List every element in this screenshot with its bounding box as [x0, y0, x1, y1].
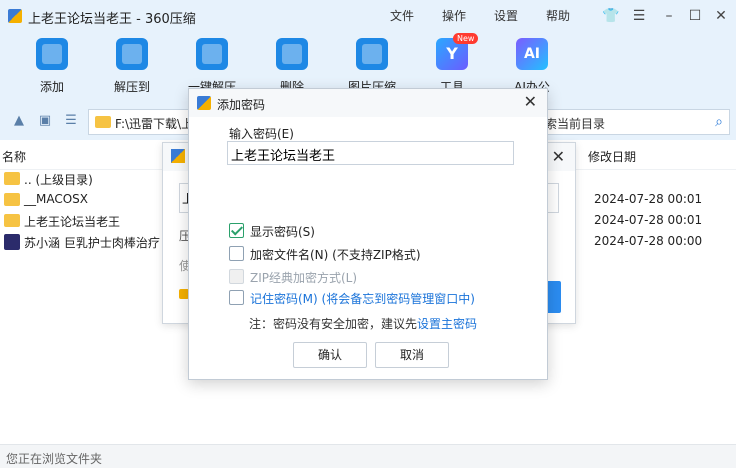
close-icon[interactable]: ✕ — [552, 147, 565, 166]
close-window-icon[interactable]: ✕ — [712, 7, 730, 25]
security-note: 注：密码没有安全加密，建议先设置主密码 — [249, 317, 478, 331]
menu-operate[interactable]: 操作 — [442, 7, 466, 24]
add-archive-icon — [36, 38, 68, 70]
menu-help[interactable]: 帮助 — [546, 7, 570, 24]
window-title: 上老王论坛当老王 - 360压缩 — [28, 12, 196, 27]
minimize-icon[interactable]: – — [660, 7, 678, 25]
one-click-extract-button[interactable]: 一键解压 — [182, 38, 242, 95]
new-badge: New — [453, 33, 479, 44]
remember-password-checkbox[interactable] — [229, 290, 244, 305]
image-compress-icon — [356, 38, 388, 70]
status-text: 您正在浏览文件夹 — [6, 452, 103, 466]
app-logo-icon — [197, 96, 211, 110]
folder-icon — [4, 214, 20, 227]
status-bar: 您正在浏览文件夹 — [0, 444, 736, 468]
folder-icon — [95, 116, 111, 128]
menu-settings[interactable]: 设置 — [494, 7, 518, 24]
folder-icon — [4, 193, 20, 206]
zip-classic-encryption-checkbox — [229, 269, 244, 284]
folder-icon — [4, 172, 20, 185]
column-name[interactable]: 名称 — [2, 148, 26, 165]
cancel-button[interactable]: 取消 — [375, 342, 449, 368]
menu-lines-icon[interactable]: ☰ — [630, 7, 648, 25]
list-view-icon[interactable]: ☰ — [64, 114, 78, 128]
password-input[interactable]: 上老王论坛当老王 — [227, 141, 514, 165]
dialog-header: 添加密码 ✕ — [189, 89, 547, 117]
column-modified[interactable]: 修改日期 — [588, 148, 636, 165]
close-icon[interactable]: ✕ — [524, 92, 537, 111]
add-password-dialog: 添加密码 ✕ 输入密码(E) 上老王论坛当老王 显示密码(S) 加密文件名(N)… — [188, 88, 548, 380]
show-password-checkbox[interactable] — [229, 223, 244, 238]
title-bar: 上老王论坛当老王 - 360压缩 文件 操作 设置 帮助 👕 ☰ – ☐ ✕ — [0, 0, 736, 32]
app-logo-icon — [171, 149, 185, 163]
path-text: F:\迅雷下载\上 — [115, 117, 193, 131]
search-placeholder: 索当前目录 — [545, 117, 606, 131]
maximize-icon[interactable]: ☐ — [686, 7, 704, 25]
search-icon[interactable]: ⌕ — [715, 114, 723, 130]
ai-office-button[interactable]: AI AI办公 — [502, 38, 562, 95]
tools-button[interactable]: Y 工具 — [422, 38, 482, 95]
skin-icon[interactable]: 👕 — [602, 7, 620, 25]
set-master-password-link[interactable]: 设置主密码 — [417, 317, 477, 331]
delete-button[interactable]: 删除 — [262, 38, 322, 95]
image-compress-button[interactable]: 图片压缩 — [342, 38, 402, 95]
extract-to-button[interactable]: 解压到 — [102, 38, 162, 95]
add-button[interactable]: 添加 — [22, 38, 82, 95]
delete-icon — [276, 38, 308, 70]
up-arrow-icon[interactable]: ▲ — [12, 114, 26, 128]
dialog-title: 添加密码 — [217, 98, 266, 112]
search-input[interactable]: 索当前目录 ⌕ — [540, 109, 730, 135]
encrypt-filenames-checkbox[interactable] — [229, 246, 244, 261]
password-label: 输入密码(E) — [229, 127, 294, 141]
ai-office-icon: AI — [516, 38, 548, 70]
confirm-button[interactable]: 确认 — [293, 342, 367, 368]
extract-to-icon — [116, 38, 148, 70]
video-file-icon — [4, 234, 20, 250]
thumbnail-view-icon[interactable]: ▣ — [38, 114, 52, 128]
one-click-extract-icon — [196, 38, 228, 70]
menu-file[interactable]: 文件 — [390, 7, 414, 24]
app-logo-icon — [8, 9, 22, 23]
path-input[interactable]: F:\迅雷下载\上 — [88, 109, 193, 135]
